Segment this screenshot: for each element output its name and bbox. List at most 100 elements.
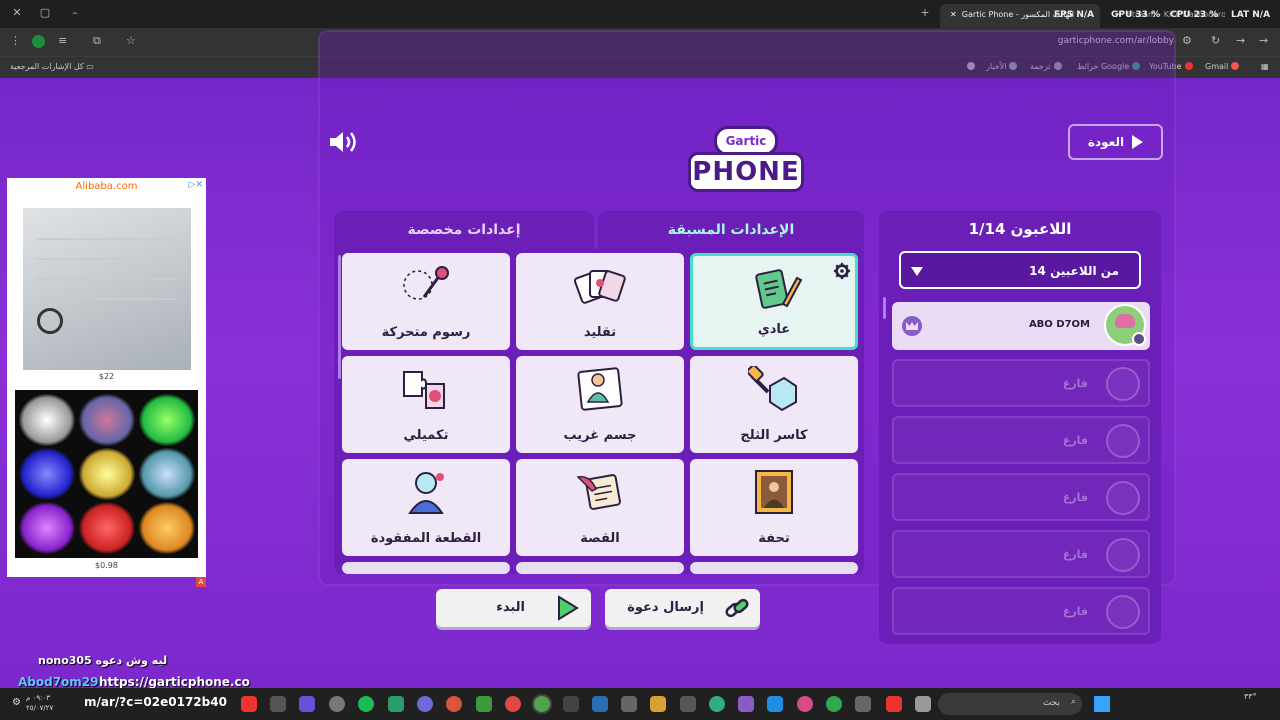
settings-tabs: إعدادات مخصصة الإعدادات المسبقة: [334, 211, 864, 249]
back-icon[interactable]: →: [1259, 34, 1268, 47]
windows-start-icon[interactable]: [1094, 696, 1110, 712]
app-icon[interactable]: [738, 696, 754, 712]
forward-icon[interactable]: →: [1236, 34, 1245, 47]
chat-message: https://garticphone.co: [99, 675, 250, 689]
reload-icon[interactable]: ↻: [1211, 34, 1220, 47]
app-icon[interactable]: [299, 696, 315, 712]
bookmark-gmail[interactable]: Gmail: [1205, 62, 1240, 71]
steam-icon[interactable]: [592, 696, 608, 712]
ad-lights-image: [15, 390, 198, 558]
bookmark-star-icon[interactable]: ☆: [126, 34, 136, 47]
spotify-icon[interactable]: [358, 696, 374, 712]
bookmark-all[interactable]: كل الإشارات المرجعية ▭: [10, 62, 94, 71]
maximize-window-icon[interactable]: ▢: [38, 6, 52, 19]
app-icon[interactable]: [329, 696, 345, 712]
mode-label: تحفة: [758, 531, 790, 546]
app-icon[interactable]: [505, 696, 521, 712]
netflix-icon[interactable]: [886, 696, 902, 712]
mode-card-missing-piece[interactable]: القطعة المفقودة: [342, 459, 510, 556]
empty-avatar-icon: [1106, 424, 1140, 458]
mode-card-icebreaker[interactable]: كاسر الثلج: [690, 356, 858, 453]
max-players-select[interactable]: 14 من اللاعبين: [899, 251, 1141, 289]
tab-custom-settings[interactable]: إعدادات مخصصة: [334, 211, 594, 249]
advertisement[interactable]: Alibaba.com ▷✕ $22 $0.98: [7, 178, 206, 577]
app-icon[interactable]: [270, 696, 286, 712]
invite-label: إرسال دعوة: [627, 600, 704, 615]
ad-table-image: [23, 208, 191, 370]
link-icon: [725, 598, 749, 618]
extensions-icon[interactable]: ⧉: [93, 34, 101, 48]
app-icon[interactable]: [855, 696, 871, 712]
app-icon[interactable]: [621, 696, 637, 712]
gartic-phone-logo: Gartic PHONE: [686, 124, 806, 196]
minimize-window-icon[interactable]: –: [68, 6, 82, 19]
xbox-icon[interactable]: [826, 696, 842, 712]
customize-icon[interactable]: ≡: [58, 34, 67, 47]
empty-slot: فارغ: [892, 416, 1150, 464]
app-icon[interactable]: [446, 696, 462, 712]
empty-avatar-icon: [1106, 367, 1140, 401]
players-scrollbar[interactable]: [883, 297, 886, 319]
start-button[interactable]: البدء: [436, 589, 591, 627]
ad-choices-icon[interactable]: A: [196, 577, 206, 587]
mode-card-masterpiece[interactable]: تحفة: [690, 459, 858, 556]
mode-card-complement[interactable]: تكميلي: [342, 356, 510, 453]
sound-icon[interactable]: [328, 128, 360, 156]
mode-card-partial[interactable]: [516, 562, 684, 574]
missing-piece-icon: [408, 472, 444, 514]
start-label: البدء: [496, 600, 525, 615]
app-icon[interactable]: [797, 696, 813, 712]
play-arrow-icon: [1132, 135, 1144, 149]
players-count-title: اللاعبون 1/14: [968, 220, 1072, 238]
taskbar-search[interactable]: بحث ⌕: [938, 693, 1082, 715]
players-panel: اللاعبون 1/14 14 من اللاعبين ABO D7OM فا…: [879, 211, 1161, 644]
mode-label: تقليد: [583, 325, 617, 340]
ice-hammer-icon: [748, 366, 797, 412]
app-icon[interactable]: [388, 696, 404, 712]
mode-card-normal[interactable]: عادي: [690, 253, 858, 350]
chat-message: nono305 ليه وش دعوه: [38, 654, 168, 667]
clock-date: ٢٥/٠٧/٢٧: [26, 704, 54, 712]
settings-tray-icon[interactable]: ⚙: [12, 697, 21, 708]
close-window-icon[interactable]: ✕: [10, 6, 24, 19]
mode-label: القطعة المفقودة: [370, 531, 482, 546]
empty-slot-label: فارغ: [1062, 377, 1088, 390]
tab-close-icon[interactable]: ✕: [950, 10, 957, 19]
mode-label: جسم غريب: [563, 428, 637, 443]
menu-dots-icon[interactable]: ⋮: [10, 34, 21, 47]
mode-card-partial[interactable]: [690, 562, 858, 574]
invite-button[interactable]: إرسال دعوة: [605, 589, 760, 627]
app-icon[interactable]: [709, 696, 725, 712]
app-icon[interactable]: [650, 696, 666, 712]
app-icon[interactable]: [767, 696, 783, 712]
mode-label: رسوم متحركة: [381, 325, 471, 340]
apps-grid-icon[interactable]: ▦: [1261, 62, 1269, 71]
bookmark-label: كل الإشارات المرجعية: [10, 62, 84, 71]
strange-body-icon: [577, 367, 623, 411]
mode-card-partial[interactable]: [342, 562, 510, 574]
dropdown-arrow-icon: [911, 267, 923, 276]
app-icon[interactable]: [915, 696, 931, 712]
chrome-icon[interactable]: [534, 696, 550, 712]
gear-icon[interactable]: [833, 262, 851, 280]
app-icon[interactable]: [680, 696, 696, 712]
ad-close-icon[interactable]: ▷✕: [189, 180, 203, 190]
back-button[interactable]: العودة: [1068, 124, 1163, 160]
site-info-icon[interactable]: ⚙: [1182, 34, 1192, 47]
new-tab-icon[interactable]: +: [918, 6, 932, 19]
clock[interactable]: ٠٩:٠٣ م ٢٥/٠٧/٢٧: [26, 693, 53, 713]
mode-card-imitation[interactable]: تقليد: [516, 253, 684, 350]
app-icon[interactable]: [417, 696, 433, 712]
mode-card-story[interactable]: القصة: [516, 459, 684, 556]
mode-label: كاسر الثلج: [740, 428, 808, 443]
profile-icon[interactable]: [32, 35, 45, 48]
minecraft-icon[interactable]: [476, 696, 492, 712]
modes-scrollbar[interactable]: [338, 255, 341, 379]
app-icon[interactable]: [563, 696, 579, 712]
empty-slot-label: فارغ: [1062, 434, 1088, 447]
youtube-app-icon[interactable]: [241, 696, 257, 712]
mode-card-animation[interactable]: رسوم متحركة: [342, 253, 510, 350]
mode-card-strange-body[interactable]: جسم غريب: [516, 356, 684, 453]
modes-grid: عادي تقليد رسوم متحركة كاسر الثلج جسم غر…: [334, 249, 864, 574]
tab-preset-settings[interactable]: الإعدادات المسبقة: [598, 211, 864, 249]
